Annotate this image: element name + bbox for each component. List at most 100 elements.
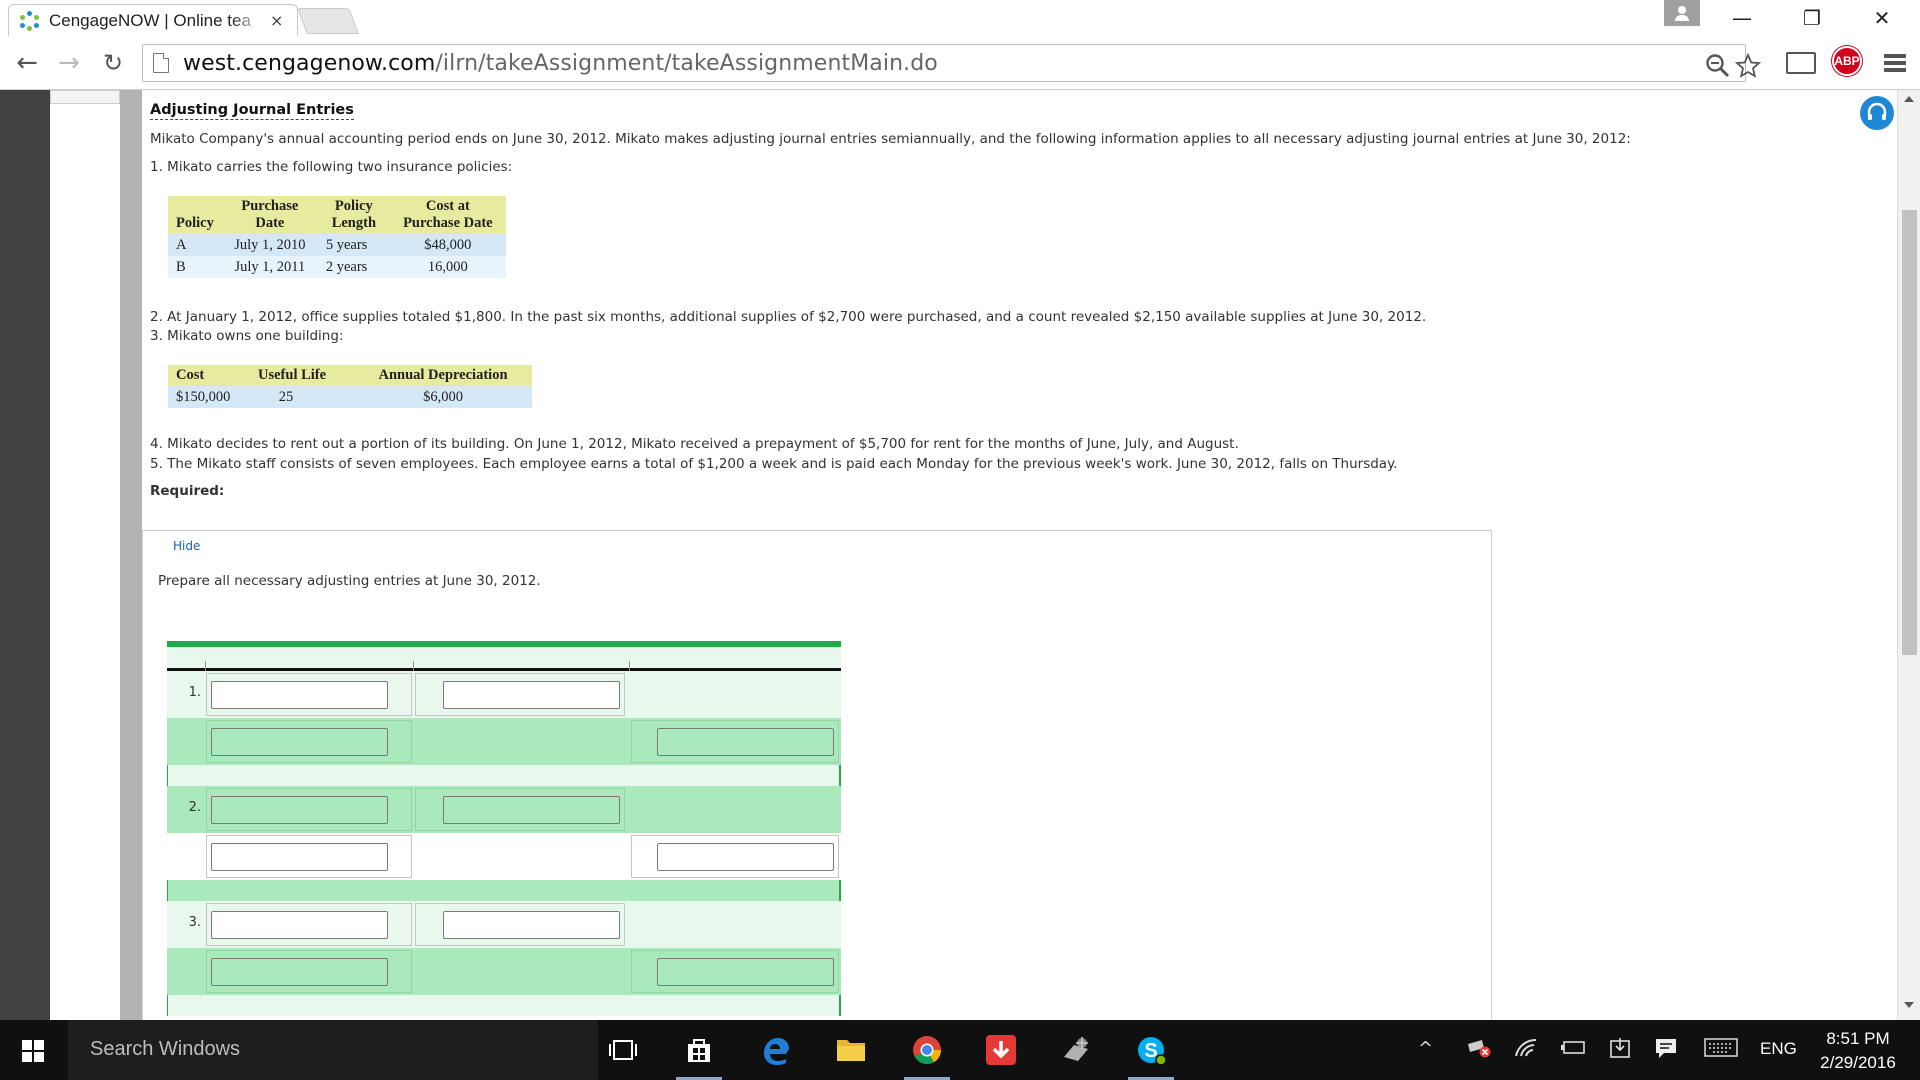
account-cell: [206, 673, 412, 716]
account-cell: [206, 720, 412, 763]
journal-header: [167, 647, 841, 671]
debit-cell: [415, 903, 625, 946]
journal-spacer: [167, 880, 841, 901]
address-bar[interactable]: west.cengagenow.com/ilrn/takeAssignment/…: [142, 44, 1762, 85]
tab-close-icon[interactable]: ×: [270, 11, 283, 30]
table-row: A July 1, 2010 5 years $48,000: [168, 234, 506, 256]
zoom-magnifier-icon[interactable]: [1705, 53, 1731, 85]
cell-policy: B: [168, 256, 222, 278]
cell-annual-depreciation: $6,000: [354, 386, 532, 408]
cell-policy-length: 2 years: [317, 256, 390, 278]
close-window-button[interactable]: ✕: [1854, 0, 1910, 36]
prepare-instructions: Prepare all necessary adjusting entries …: [158, 573, 541, 589]
header-cost-at-purchase: Cost at Purchase Date: [389, 196, 506, 234]
clock-date: 2/29/2016: [1820, 1053, 1896, 1072]
journal-row-credit: [167, 833, 841, 880]
cell-cost: $150,000: [168, 386, 250, 408]
skype-icon[interactable]: S: [1128, 1028, 1174, 1080]
debit-input[interactable]: [443, 911, 620, 939]
system-clock[interactable]: 8:51 PM 2/29/2016: [1812, 1027, 1904, 1075]
table-row: B July 1, 2011 2 years 16,000: [168, 256, 506, 278]
wifi-icon[interactable]: [1514, 1036, 1538, 1063]
scroll-up-icon[interactable]: [1904, 96, 1914, 102]
cell-cost: $48,000: [389, 234, 506, 256]
language-indicator[interactable]: ENG: [1760, 1039, 1797, 1059]
tab-title: CengageNOW | Online tea: [49, 10, 251, 30]
windows-search-box[interactable]: Search Windows: [68, 1020, 598, 1080]
new-tab-button[interactable]: [297, 8, 359, 34]
account-input[interactable]: [211, 681, 388, 709]
back-arrow-icon[interactable]: ←: [10, 46, 44, 80]
store-icon[interactable]: [676, 1028, 722, 1080]
chrome-menu-icon[interactable]: [1884, 50, 1906, 76]
journal-entry-table: 1. 2. 3.: [167, 641, 841, 1016]
account-cell: [206, 835, 412, 878]
chrome-icon[interactable]: [904, 1028, 950, 1080]
account-input[interactable]: [211, 796, 388, 824]
volume-icon[interactable]: [1608, 1036, 1632, 1065]
show-hidden-icons-chevron-icon[interactable]: ^: [1418, 1038, 1433, 1059]
journal-spacer: [167, 995, 841, 1016]
account-input[interactable]: [211, 843, 388, 871]
hide-link[interactable]: Hide: [173, 539, 200, 553]
battery-alert-icon[interactable]: [1466, 1034, 1492, 1065]
credit-input[interactable]: [657, 843, 834, 871]
building-table: Cost Useful Life Annual Depreciation $15…: [168, 365, 532, 408]
page-viewport: Adjusting Journal Entries Mikato Company…: [0, 90, 1920, 1020]
network-settings-icon[interactable]: [1054, 1028, 1100, 1072]
account-input[interactable]: [211, 728, 388, 756]
journal-row-debit: 2.: [167, 786, 841, 833]
intro-paragraph: Mikato Company's annual accounting perio…: [150, 131, 1631, 147]
debit-input[interactable]: [443, 796, 620, 824]
scroll-down-icon[interactable]: [1904, 1002, 1914, 1008]
cast-icon[interactable]: [1786, 50, 1816, 76]
item-3-text: 3. Mikato owns one building:: [150, 328, 344, 344]
header-policy-length: Policy Length: [317, 196, 390, 234]
cengage-favicon-icon: [19, 10, 41, 32]
download-manager-icon[interactable]: [978, 1028, 1024, 1072]
item-4-text: 4. Mikato decides to rent out a portion …: [150, 436, 1239, 452]
requirement-panel: Hide Prepare all necessary adjusting ent…: [142, 530, 1492, 1020]
windows-start-icon[interactable]: [22, 1040, 44, 1062]
page-scrollbar[interactable]: [1897, 90, 1920, 1020]
header-useful-life: Useful Life: [250, 365, 354, 386]
journal-row-debit: 1.: [167, 671, 841, 718]
url-text: west.cengagenow.com/ilrn/takeAssignment/…: [183, 51, 938, 76]
minimize-button[interactable]: —: [1714, 0, 1770, 36]
account-cell: [206, 903, 412, 946]
credit-input[interactable]: [657, 728, 834, 756]
forward-arrow-icon[interactable]: →: [52, 46, 86, 80]
reload-icon[interactable]: ↻: [96, 46, 130, 80]
entry-number: 3.: [188, 915, 201, 930]
notifications-icon[interactable]: [1654, 1036, 1678, 1065]
battery-icon[interactable]: [1560, 1038, 1588, 1063]
adblock-plus-icon[interactable]: ABP: [1832, 46, 1862, 76]
file-explorer-icon[interactable]: [828, 1028, 874, 1072]
credit-cell: [631, 835, 839, 878]
debit-input[interactable]: [443, 681, 620, 709]
account-input[interactable]: [211, 911, 388, 939]
edge-browser-icon[interactable]: [752, 1028, 798, 1072]
cell-useful-life: 25: [250, 386, 354, 408]
task-view-icon[interactable]: [600, 1028, 646, 1072]
browser-tab[interactable]: CengageNOW | Online tea ×: [8, 4, 298, 36]
credit-input[interactable]: [657, 958, 834, 986]
left-panel-tab[interactable]: [50, 90, 120, 104]
header-cost: Cost: [168, 365, 250, 386]
scroll-thumb[interactable]: [1902, 210, 1917, 655]
credit-cell: [631, 950, 839, 993]
account-cell: [206, 788, 412, 831]
restore-button[interactable]: ❐: [1784, 0, 1840, 36]
touch-keyboard-icon[interactable]: [1704, 1037, 1738, 1064]
journal-row-credit: [167, 948, 841, 995]
account-input[interactable]: [211, 958, 388, 986]
left-panel-divider[interactable]: [120, 90, 142, 1020]
table-row: $150,000 25 $6,000: [168, 386, 532, 408]
bookmark-star-icon[interactable]: [1734, 52, 1762, 85]
cell-cost: 16,000: [389, 256, 506, 278]
cell-policy: A: [168, 234, 222, 256]
help-headset-icon[interactable]: [1860, 96, 1894, 130]
item-5-text: 5. The Mikato staff consists of seven em…: [150, 456, 1398, 472]
profile-avatar-icon[interactable]: [1664, 0, 1700, 26]
search-placeholder: Search Windows: [90, 1038, 241, 1060]
